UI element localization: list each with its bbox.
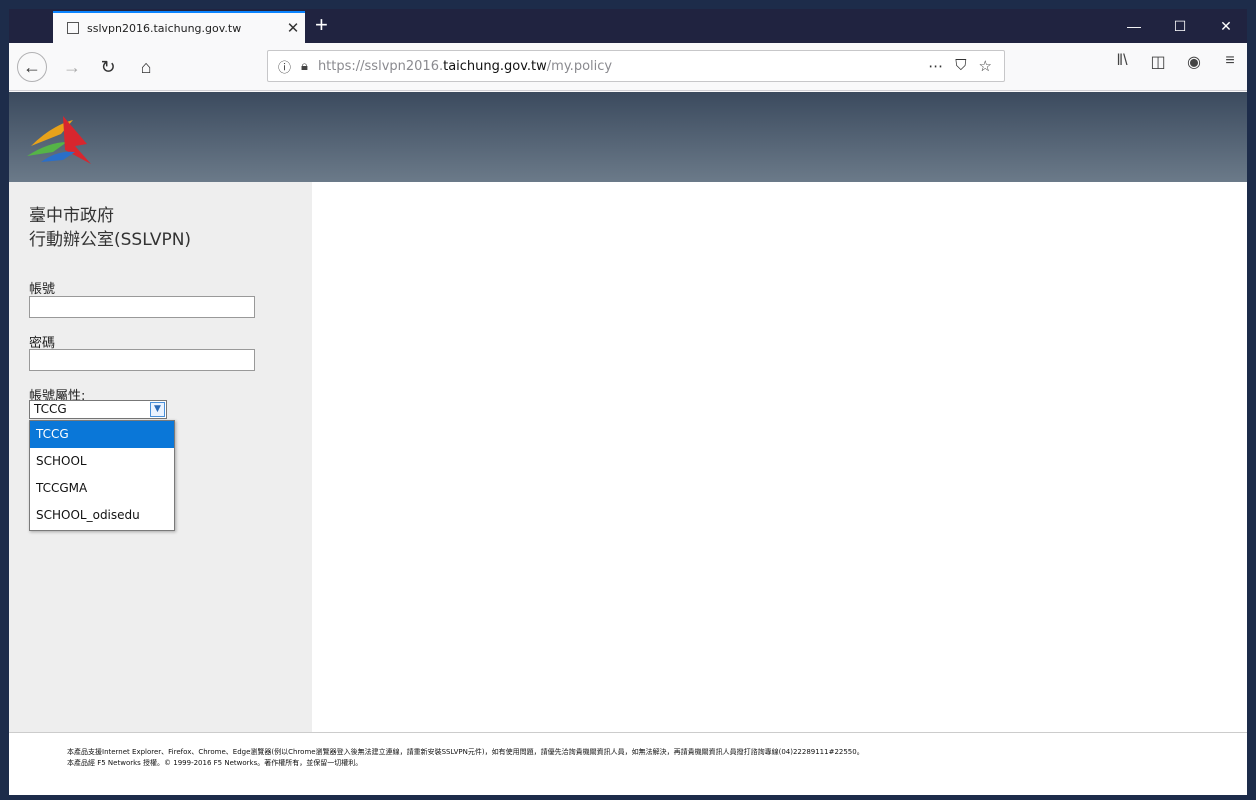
city-logo: [27, 116, 91, 164]
username-field[interactable]: [29, 296, 255, 318]
page-actions-icon[interactable]: ⋯: [928, 57, 943, 75]
forward-icon[interactable]: →: [57, 52, 87, 82]
footer: 本產品支援Internet Explorer、Firefox、Chrome、Ed…: [9, 732, 1247, 795]
title-bar: sslvpn2016.taichung.gov.tw ✕ + — ☐ ✕: [9, 9, 1247, 43]
back-icon[interactable]: ←: [17, 52, 47, 82]
browser-window: sslvpn2016.taichung.gov.tw ✕ + — ☐ ✕ ← →…: [8, 8, 1248, 796]
tab-title: sslvpn2016.taichung.gov.tw: [87, 21, 242, 35]
maximize-button[interactable]: ☐: [1157, 9, 1203, 43]
tab-close-icon[interactable]: ✕: [281, 19, 305, 37]
header-banner: [9, 92, 1247, 182]
dropdown-option[interactable]: SCHOOL_odisedu: [30, 502, 174, 529]
footer-support-text: 本產品支援Internet Explorer、Firefox、Chrome、Ed…: [67, 748, 864, 756]
account-type-select[interactable]: TCCG ▼: [29, 400, 167, 419]
account-icon[interactable]: ◉: [1183, 52, 1205, 72]
dropdown-option[interactable]: TCCG: [30, 421, 174, 448]
info-icon[interactable]: ⓘ: [278, 57, 291, 76]
username-label: 帳號: [29, 282, 56, 297]
reload-icon[interactable]: ↻: [93, 52, 123, 82]
page-icon: [67, 22, 79, 34]
home-icon[interactable]: ⌂: [131, 52, 161, 82]
nav-bar: ← → ↻ ⌂ ⓘ 🔒︎ https://sslvpn2016.taichung…: [9, 43, 1247, 91]
footer-copyright: 本產品經 F5 Networks 授權。© 1999-2016 F5 Netwo…: [67, 759, 363, 767]
active-tab[interactable]: sslvpn2016.taichung.gov.tw ✕: [53, 11, 305, 43]
account-type-dropdown: TCCG SCHOOL TCCGMA SCHOOL_odisedu: [29, 420, 175, 531]
url-text: https://sslvpn2016.taichung.gov.tw/my.po…: [317, 58, 613, 74]
chevron-down-icon[interactable]: ▼: [150, 402, 165, 417]
url-bar[interactable]: ⓘ 🔒︎ https://sslvpn2016.taichung.gov.tw/…: [267, 50, 1005, 82]
window-controls: — ☐ ✕: [1111, 9, 1247, 43]
library-icon[interactable]: ‖\: [1111, 52, 1133, 72]
menu-icon[interactable]: ≡: [1219, 52, 1241, 72]
bookmark-star-icon[interactable]: ☆: [979, 57, 992, 75]
dropdown-option[interactable]: TCCGMA: [30, 475, 174, 502]
password-field[interactable]: [29, 349, 255, 371]
pocket-icon[interactable]: ⛉: [955, 57, 966, 75]
close-window-button[interactable]: ✕: [1203, 9, 1247, 43]
dropdown-option[interactable]: SCHOOL: [30, 448, 174, 475]
minimize-button[interactable]: —: [1111, 9, 1157, 43]
lock-icon[interactable]: 🔒︎: [301, 58, 308, 74]
login-sidebar: 臺中市政府 行動辦公室(SSLVPN) 帳號 密碼 帳號屬性: TCCG ▼ T…: [9, 182, 312, 732]
page-content: 臺中市政府 行動辦公室(SSLVPN) 帳號 密碼 帳號屬性: TCCG ▼ T…: [9, 92, 1247, 795]
new-tab-button[interactable]: +: [315, 14, 328, 36]
page-title: 臺中市政府 行動辦公室(SSLVPN): [29, 206, 192, 250]
sidebar-icon[interactable]: ◫: [1147, 52, 1169, 72]
